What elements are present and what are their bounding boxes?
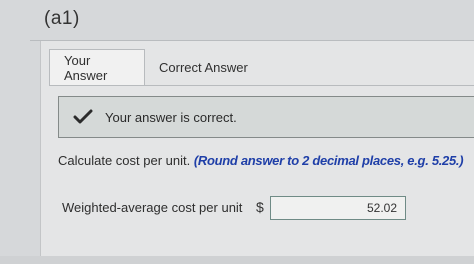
question-prompt: Calculate cost per unit. [58,153,191,168]
question-text: Calculate cost per unit. (Round answer t… [58,153,464,168]
check-icon [73,107,93,127]
feedback-text: Your answer is correct. [105,109,237,125]
feedback-banner: Your answer is correct. [58,96,474,138]
panel-bottom-edge [0,256,474,264]
answer-input[interactable]: 52.02 [270,196,406,220]
question-hint: (Round answer to 2 decimal places, e.g. … [193,153,464,168]
part-label: (a1) [44,8,80,29]
answer-tabs: Your Answer Correct Answer [49,49,262,85]
tab-correct-answer[interactable]: Correct Answer [145,49,262,85]
tab-underline [49,85,474,86]
tab-your-answer[interactable]: Your Answer [49,49,145,85]
currency-symbol: $ [256,199,264,215]
answer-row-label: Weighted-average cost per unit [62,200,243,215]
